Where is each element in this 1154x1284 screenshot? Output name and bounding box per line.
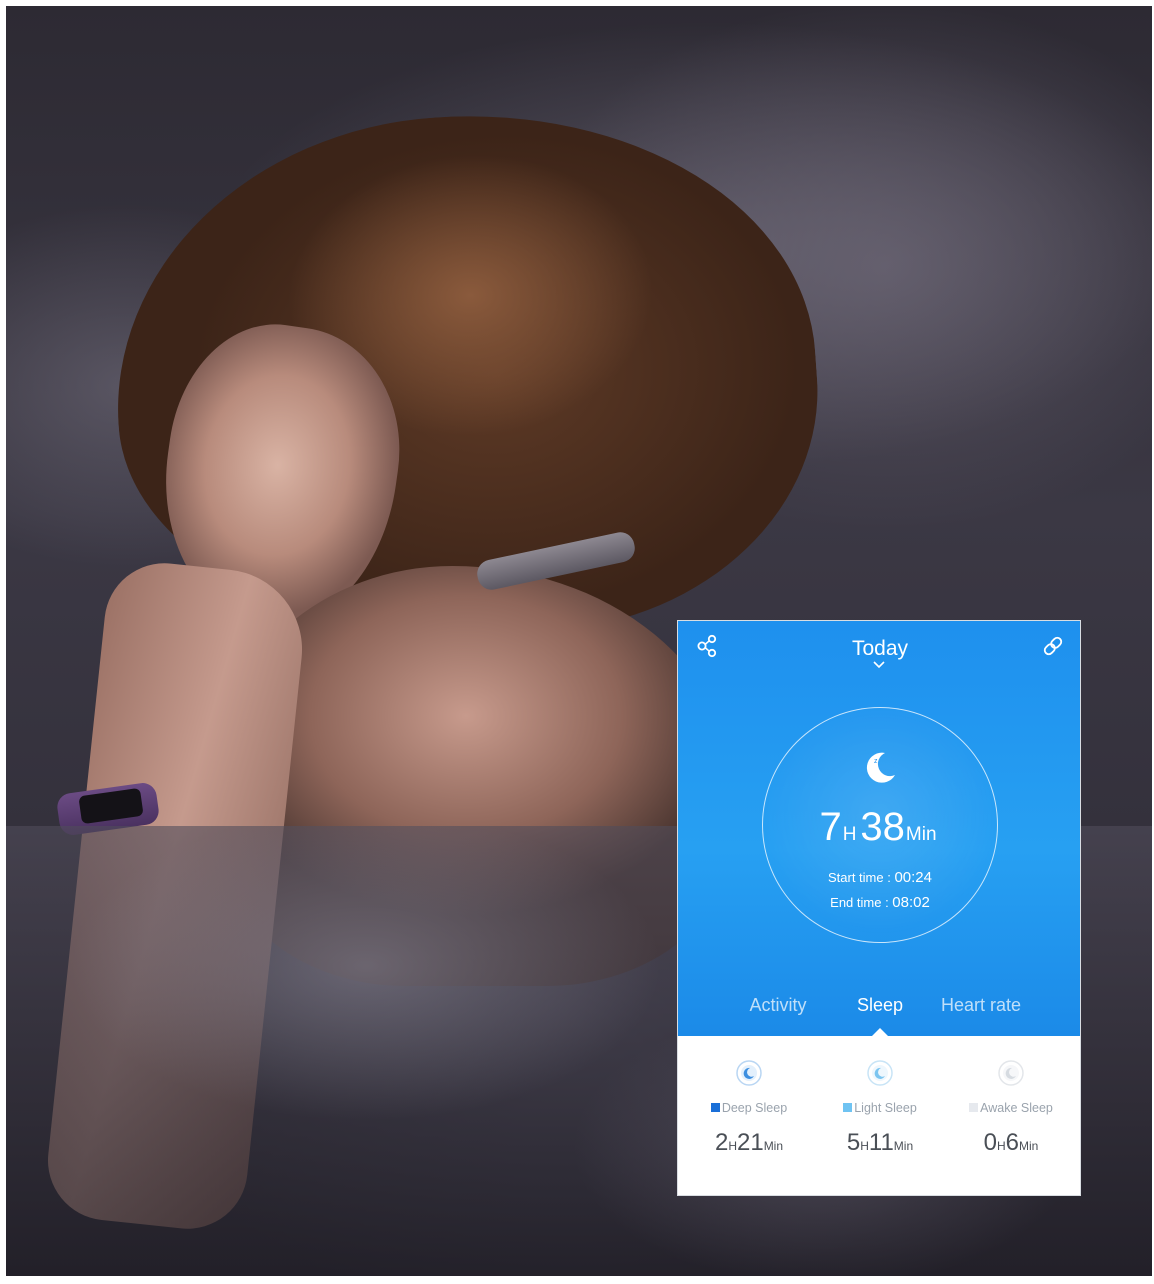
chevron-down-icon[interactable] (872, 661, 886, 669)
awake-sleep-value: 0H6Min (944, 1129, 1078, 1157)
start-time-label: Start time : (827, 870, 895, 885)
awake-sleep-label-text: Awake Sleep (980, 1101, 1053, 1115)
awake-sleep-minutes: 6 (1005, 1129, 1020, 1156)
moon-icon: z (866, 752, 895, 783)
light-sleep-label: Light Sleep (813, 1101, 947, 1115)
light-sleep-hours-unit: H (860, 1139, 869, 1153)
light-sleep-icon (867, 1060, 893, 1086)
deep-sleep-stat: Deep Sleep 2H21Min (682, 1059, 816, 1157)
light-sleep-minutes: 11 (868, 1129, 894, 1156)
sleep-hours: 7 (819, 805, 842, 849)
sleep-hours-unit: H (842, 824, 857, 845)
deep-sleep-minutes-unit: Min (763, 1139, 784, 1153)
end-time: End time : 08:02 (678, 894, 1080, 911)
awake-sleep-label: Awake Sleep (944, 1101, 1078, 1115)
awake-sleep-hours-unit: H (996, 1139, 1006, 1153)
sleep-summary-panel: Today z 7H 38Min Start time : 00:24 End t… (678, 621, 1080, 1036)
light-sleep-minutes-unit: Min (893, 1139, 914, 1153)
awake-sleep-minutes-unit: Min (1019, 1139, 1039, 1153)
light-sleep-value: 5H11Min (813, 1129, 947, 1157)
app-screenshot: Today z 7H 38Min Start time : 00:24 End t… (677, 620, 1081, 1196)
page-title[interactable]: Today (678, 637, 1080, 661)
tab-sleep[interactable]: Sleep (830, 995, 930, 1016)
awake-sleep-swatch (969, 1103, 979, 1112)
deep-sleep-label-text: Deep Sleep (721, 1101, 788, 1115)
deep-sleep-minutes: 21 (736, 1129, 764, 1156)
active-tab-indicator (872, 1028, 888, 1036)
deep-sleep-hours-unit: H (728, 1139, 737, 1153)
deep-sleep-hours: 2 (714, 1129, 729, 1156)
tab-activity[interactable]: Activity (728, 995, 828, 1016)
sleep-minutes-unit: Min (905, 824, 937, 845)
sleep-duration: 7H 38Min (678, 805, 1080, 850)
end-time-label: End time : (830, 895, 893, 910)
awake-sleep-hours: 0 (983, 1129, 997, 1156)
start-time: Start time : 00:24 (678, 869, 1080, 886)
light-sleep-label-text: Light Sleep (854, 1101, 917, 1115)
deep-sleep-value: 2H21Min (682, 1129, 816, 1157)
sleep-minutes: 38 (860, 805, 905, 849)
start-time-value: 00:24 (894, 869, 932, 886)
deep-sleep-icon (736, 1060, 762, 1086)
end-time-value: 08:02 (892, 894, 930, 911)
awake-sleep-icon (998, 1060, 1024, 1086)
light-sleep-stat: Light Sleep 5H11Min (813, 1059, 947, 1157)
awake-sleep-stat: Awake Sleep 0H6Min (944, 1059, 1078, 1157)
tab-heart-rate[interactable]: Heart rate (926, 995, 1036, 1016)
light-sleep-hours: 5 (846, 1129, 861, 1156)
link-icon[interactable] (1040, 633, 1066, 659)
deep-sleep-label: Deep Sleep (682, 1101, 816, 1115)
deep-sleep-swatch (710, 1103, 720, 1112)
tab-bar: Activity Sleep Heart rate (678, 995, 1080, 1025)
light-sleep-swatch (843, 1103, 853, 1112)
svg-text:z: z (874, 758, 878, 765)
